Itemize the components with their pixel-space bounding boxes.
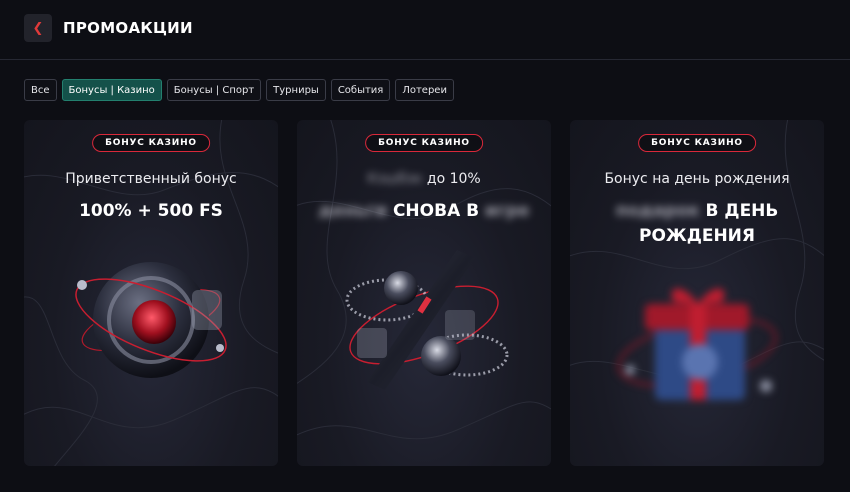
percent-illustration: [345, 250, 509, 390]
blurred-text: игре: [485, 201, 530, 221]
page-title: ПРОМОАКЦИИ: [63, 19, 193, 37]
category-badge: БОНУС КАЗИНО: [92, 134, 210, 152]
card-subtitle: Кэшбэк до 10%: [297, 171, 551, 187]
filter-bar: Все Бонусы | Казино Бонусы | Спорт Турни…: [24, 79, 454, 101]
card-title-line2: РОЖДЕНИЯ: [638, 226, 756, 246]
card-title: 100% + 500 FS: [79, 201, 223, 221]
card-title-line1: В ДЕНЬ: [705, 201, 779, 221]
filter-events[interactable]: События: [330, 79, 391, 101]
sphere-illustration: [75, 262, 227, 378]
chevron-left-icon: ❮: [32, 20, 44, 36]
promo-card-cashback[interactable]: БОНУС КАЗИНО Кэшбэк до 10% деньги СНОВА …: [297, 120, 551, 466]
category-badge: БОНУС КАЗИНО: [365, 134, 483, 152]
blurred-text: Кэшбэк: [367, 171, 423, 187]
card-subtitle-text: до 10%: [426, 171, 481, 187]
blurred-text: подарок: [615, 201, 700, 221]
promo-card-birthday[interactable]: БОНУС КАЗИНО Бонус на день рождения пода…: [570, 120, 824, 466]
card-subtitle: Бонус на день рождения: [604, 171, 790, 187]
filter-all[interactable]: Все: [24, 79, 57, 101]
filter-lotteries[interactable]: Лотереи: [395, 79, 454, 101]
filter-bonus-casino[interactable]: Бонусы | Казино: [61, 79, 162, 101]
gift-box-illustration: [617, 288, 777, 400]
blurred-text: деньги: [318, 201, 388, 221]
filter-tournaments[interactable]: Турниры: [266, 79, 326, 101]
back-button[interactable]: ❮: [24, 14, 52, 42]
promo-card-welcome[interactable]: БОНУС КАЗИНО Приветственный бонус 100% +…: [24, 120, 278, 466]
card-title: подарок В ДЕНЬ РОЖДЕНИЯ: [570, 199, 824, 249]
filter-bonus-sport[interactable]: Бонусы | Спорт: [166, 79, 262, 101]
page-header: ❮ ПРОМОАКЦИИ: [0, 0, 850, 60]
card-subtitle: Приветственный бонус: [65, 171, 237, 187]
card-title-text: СНОВА В: [392, 201, 480, 221]
card-title: деньги СНОВА В игре: [297, 199, 551, 224]
category-badge: БОНУС КАЗИНО: [638, 134, 756, 152]
